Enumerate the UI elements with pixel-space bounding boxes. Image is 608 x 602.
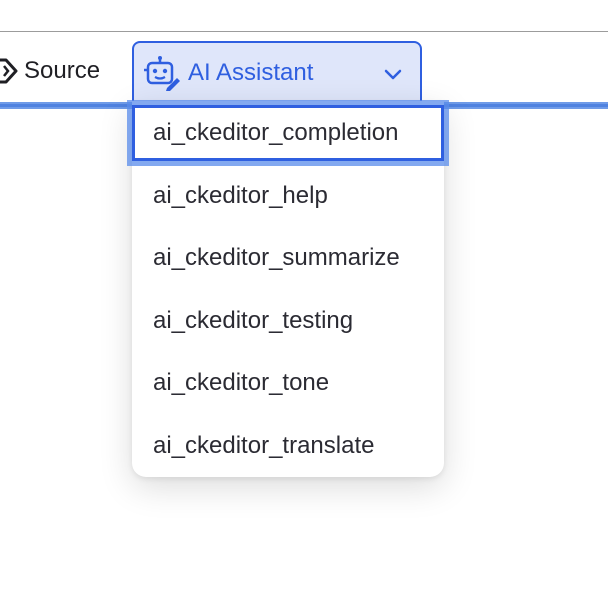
editor-toolbar-area: Source AI Assistant ai_ckeditor_completi… — [0, 0, 608, 602]
menu-item-label: ai_ckeditor_translate — [153, 432, 375, 459]
menu-item-label: ai_ckeditor_testing — [153, 307, 354, 334]
toolbar-top-border — [0, 31, 608, 32]
chevron-down-icon — [382, 63, 404, 85]
menu-item-ai-ckeditor-help[interactable]: ai_ckeditor_help — [132, 168, 444, 224]
menu-item-ai-ckeditor-summarize[interactable]: ai_ckeditor_summarize — [132, 230, 444, 286]
robot-pencil-icon — [142, 53, 182, 93]
menu-item-ai-ckeditor-testing[interactable]: ai_ckeditor_testing — [132, 293, 444, 349]
menu-item-ai-ckeditor-tone[interactable]: ai_ckeditor_tone — [132, 355, 444, 411]
source-label: Source — [24, 57, 101, 84]
menu-item-label: ai_ckeditor_help — [153, 182, 328, 209]
ai-assistant-label: AI Assistant — [188, 59, 314, 86]
menu-item-label: ai_ckeditor_completion — [153, 119, 399, 146]
menu-item-label: ai_ckeditor_tone — [153, 369, 330, 396]
menu-item-ai-ckeditor-translate[interactable]: ai_ckeditor_translate — [132, 418, 444, 474]
source-button[interactable]: Source — [0, 49, 100, 93]
ai-assistant-dropdown: ai_ckeditor_completion ai_ckeditor_help … — [127, 100, 449, 477]
ai-assistant-button[interactable]: AI Assistant — [132, 41, 422, 103]
menu-item-ai-ckeditor-completion[interactable]: ai_ckeditor_completion — [127, 100, 449, 166]
source-code-icon — [0, 49, 20, 93]
menu-item-label: ai_ckeditor_summarize — [153, 244, 400, 271]
